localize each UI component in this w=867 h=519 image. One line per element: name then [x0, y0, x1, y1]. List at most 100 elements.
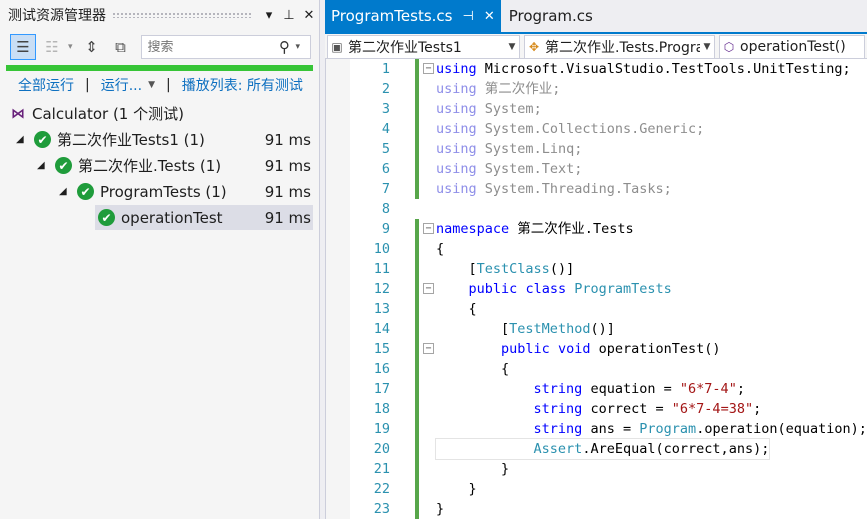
run-link[interactable]: 运行...	[101, 75, 142, 95]
line-number: 5	[381, 141, 390, 157]
run-all-link[interactable]: 全部运行	[18, 75, 74, 95]
change-indicator	[415, 99, 419, 119]
code-text[interactable]: {	[436, 239, 444, 259]
code-line[interactable]: 13 {	[326, 299, 867, 319]
collapse-region-icon[interactable]: −	[423, 283, 434, 294]
close-tab-icon[interactable]: ✕	[484, 9, 495, 24]
tree-node-test-method[interactable]: ✔ operationTest 91 ms	[95, 205, 313, 230]
change-indicator	[415, 59, 419, 79]
code-text[interactable]: Assert.AreEqual(correct,ans);	[434, 438, 771, 460]
member-dropdown[interactable]: ⬡ operationTest()	[719, 35, 865, 59]
code-line[interactable]: 18 string correct = "6*7-4=38";	[326, 399, 867, 419]
collapse-region-icon[interactable]: −	[423, 343, 434, 354]
collapse-region-icon[interactable]: −	[423, 223, 434, 234]
open-window-icon[interactable]: ⧉	[108, 34, 134, 60]
search-icon[interactable]: ⚲	[274, 38, 296, 56]
search-options-dropdown-icon[interactable]: ▾	[296, 42, 310, 52]
code-line[interactable]: 22 }	[326, 479, 867, 499]
expand-arrow-icon[interactable]: ◢	[16, 134, 24, 145]
search-input[interactable]	[141, 39, 274, 55]
code-text[interactable]: }	[436, 459, 509, 479]
code-line[interactable]: 19 string ans = Program.operation(equati…	[326, 419, 867, 439]
code-text[interactable]: }	[436, 499, 444, 519]
code-line[interactable]: 1 − using Microsoft.VisualStudio.TestTools…	[326, 59, 867, 79]
code-line[interactable]: 10 {	[326, 239, 867, 259]
code-text[interactable]: using System.Text;	[436, 159, 582, 179]
code-line[interactable]: 7 using System.Threading.Tasks;	[326, 179, 867, 199]
code-text[interactable]: [TestMethod()]	[436, 319, 615, 339]
code-line[interactable]: 8	[326, 199, 867, 219]
code-line[interactable]: 14 [TestMethod()]	[326, 319, 867, 339]
pin-tab-icon[interactable]: ⊣	[462, 9, 473, 24]
code-line[interactable]: 16 {	[326, 359, 867, 379]
code-line[interactable]: 20 Assert.AreEqual(correct,ans);	[326, 438, 867, 460]
window-position-dropdown-icon[interactable]: ▾	[259, 8, 279, 23]
collapse-region-icon[interactable]: −	[423, 63, 434, 74]
code-text[interactable]: using System;	[436, 99, 542, 119]
tab-programtests-cs[interactable]: ProgramTests.cs ⊣ ✕	[325, 0, 501, 32]
code-area[interactable]: 1− using Microsoft.VisualStudio.TestTools…	[325, 59, 867, 519]
code-text[interactable]: public class ProgramTests	[436, 279, 672, 299]
group-by-icon[interactable]: ☰	[10, 34, 36, 60]
collapse-all-icon[interactable]: ⇕	[79, 34, 105, 60]
separator: |	[85, 77, 90, 93]
code-text[interactable]: using System.Collections.Generic;	[436, 119, 704, 139]
class-dropdown[interactable]: ✥ 第二次作业.Tests.ProgramTests ▼	[524, 35, 715, 59]
code-text[interactable]: {	[436, 299, 477, 319]
code-text[interactable]: using Microsoft.VisualStudio.TestTools.U…	[436, 59, 851, 79]
line-number: 23	[373, 501, 390, 517]
playlist-link[interactable]: 播放列表: 所有测试	[182, 75, 303, 95]
panel-title-bar: 测试资源管理器 ▾ ⊥ ✕	[0, 0, 319, 30]
code-line[interactable]: 12 − public class ProgramTests	[326, 279, 867, 299]
code-line[interactable]: 4 using System.Collections.Generic;	[326, 119, 867, 139]
change-indicator	[415, 179, 419, 199]
code-line[interactable]: 9 − namespace 第二次作业.Tests	[326, 219, 867, 239]
pin-icon[interactable]: ⊥	[279, 8, 299, 23]
code-line[interactable]: 21 }	[326, 459, 867, 479]
run-dropdown-icon[interactable]: ▼	[148, 80, 155, 90]
code-line[interactable]: 2 using 第二次作业;	[326, 79, 867, 99]
code-line[interactable]: 5 using System.Linq;	[326, 139, 867, 159]
code-text[interactable]: string equation = "6*7-4";	[436, 379, 745, 399]
code-line[interactable]: 6 using System.Text;	[326, 159, 867, 179]
line-number: 1	[381, 61, 390, 77]
code-text[interactable]: {	[436, 359, 509, 379]
node-duration: 91 ms	[264, 182, 311, 201]
code-line[interactable]: 17 string equation = "6*7-4";	[326, 379, 867, 399]
code-line[interactable]: 11 [TestClass()]	[326, 259, 867, 279]
code-text[interactable]: public void operationTest()	[436, 339, 721, 359]
tree-node-namespace-project[interactable]: ◢ ✔ 第二次作业Tests1 (1) 91 ms	[0, 127, 313, 152]
change-indicator	[415, 299, 419, 319]
project-dropdown[interactable]: ▣ 第二次作业Tests1 ▼	[327, 35, 520, 59]
code-line[interactable]: 23}	[326, 499, 867, 519]
expand-arrow-icon[interactable]: ◢	[37, 160, 45, 171]
code-text[interactable]: using 第二次作业;	[436, 79, 560, 99]
project-node[interactable]: ⋈ Calculator (1 个测试)	[10, 101, 313, 126]
node-label: 第二次作业.Tests (1)	[78, 157, 222, 175]
passed-check-icon: ✔	[55, 157, 72, 174]
code-text[interactable]: string correct = "6*7-4=38";	[436, 399, 762, 419]
run-links-bar: 全部运行 | 运行... ▼ | 播放列表: 所有测试	[0, 71, 319, 99]
code-line[interactable]: 3 using System;	[326, 99, 867, 119]
code-line[interactable]: 15 − public void operationTest()	[326, 339, 867, 359]
change-indicator	[415, 439, 419, 459]
line-number: 17	[373, 381, 390, 397]
node-duration: 91 ms	[264, 208, 311, 227]
explorer-toolbar: ☰ ☷ ▾ ⇕ ⧉ ⚲ ▾	[0, 30, 319, 64]
class-dropdown-value: 第二次作业.Tests.ProgramTests	[545, 40, 700, 56]
hierarchy-icon[interactable]: ☷	[39, 34, 65, 60]
drag-grip[interactable]	[112, 12, 253, 18]
hierarchy-dropdown-icon[interactable]: ▾	[68, 42, 73, 52]
tab-program-cs[interactable]: Program.cs	[501, 0, 599, 32]
code-text[interactable]: using System.Threading.Tasks;	[436, 179, 672, 199]
code-text[interactable]: [TestClass()]	[436, 259, 575, 279]
tree-node-class[interactable]: ◢ ✔ ProgramTests (1) 91 ms	[0, 179, 313, 204]
code-text[interactable]: namespace 第二次作业.Tests	[436, 219, 634, 239]
tree-node-namespace[interactable]: ◢ ✔ 第二次作业.Tests (1) 91 ms	[0, 153, 313, 178]
code-text[interactable]: using System.Linq;	[436, 139, 582, 159]
close-icon[interactable]: ✕	[299, 8, 319, 23]
project-label: Calculator (1 个测试)	[32, 105, 184, 123]
expand-arrow-icon[interactable]: ◢	[59, 186, 67, 197]
code-text[interactable]: }	[436, 479, 477, 499]
code-text[interactable]: string ans = Program.operation(equation)…	[436, 419, 867, 439]
